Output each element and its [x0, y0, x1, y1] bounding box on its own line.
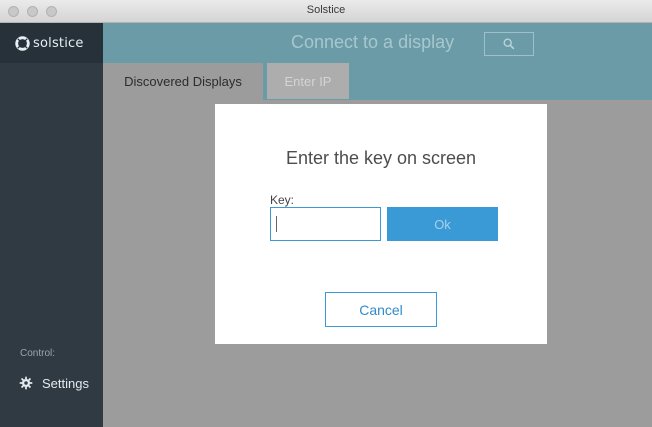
- enter-key-dialog: Enter the key on screen Key: Ok Cancel: [215, 104, 547, 344]
- window-title: Solstice: [306, 4, 346, 16]
- solstice-logo-icon: [15, 36, 30, 51]
- page-title: Connect to a display: [291, 32, 455, 52]
- tab-bar: Discovered Displays Enter IP: [103, 63, 652, 100]
- header: Connect to a display: [103, 23, 652, 63]
- logo-text: solstice: [33, 36, 84, 51]
- cancel-button[interactable]: Cancel: [325, 292, 437, 327]
- control-section-label: Control:: [20, 348, 56, 359]
- dialog-title: Enter the key on screen: [285, 148, 477, 168]
- titlebar: Solstice: [0, 0, 652, 23]
- tab-enter-ip[interactable]: Enter IP: [267, 63, 349, 99]
- key-label: Key:: [270, 193, 295, 207]
- sidebar-item-settings[interactable]: Settings: [0, 371, 103, 399]
- text-caret: [276, 216, 277, 232]
- search-button[interactable]: [484, 32, 534, 56]
- search-icon: [503, 38, 515, 50]
- logo-bar: solstice: [0, 23, 103, 63]
- key-input[interactable]: [270, 207, 381, 241]
- gear-icon: [19, 376, 33, 390]
- tab-discovered-displays[interactable]: Discovered Displays: [103, 63, 263, 100]
- ok-button[interactable]: Ok: [387, 207, 498, 241]
- settings-label: Settings: [42, 376, 89, 391]
- sidebar: solstice Control: Settings: [0, 23, 103, 427]
- app-window: Solstice solstice Control: Settings Conn…: [0, 0, 652, 427]
